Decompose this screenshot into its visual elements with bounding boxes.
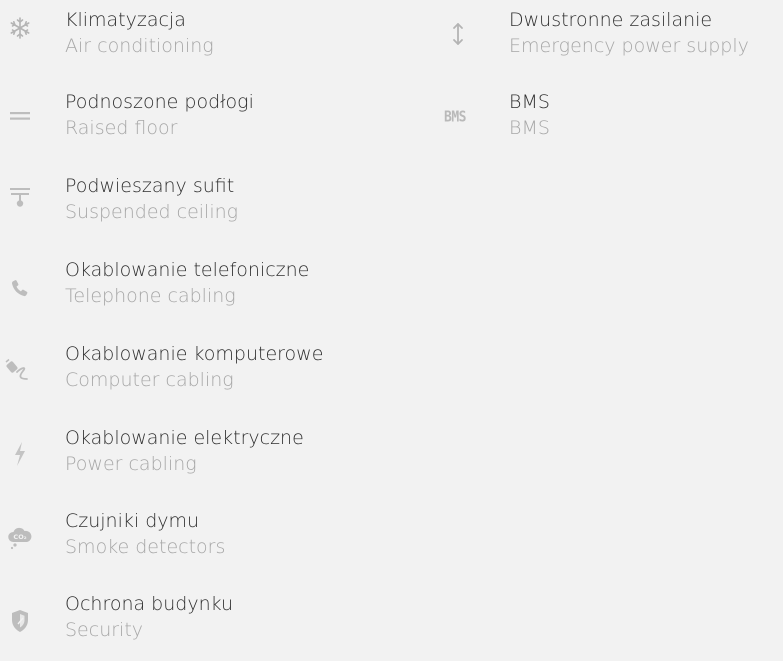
double-line-icon <box>5 101 35 131</box>
feature-title: Klimatyzacja <box>65 9 186 31</box>
bms-icon: BMS <box>444 108 466 126</box>
feature-subtitle: Power cabling <box>65 453 197 475</box>
feature-subtitle: Computer cabling <box>65 369 234 391</box>
feature-subtitle: Telephone cabling <box>65 285 236 307</box>
feature-title: Czujniki dymu <box>65 510 200 532</box>
co-cloud-icon: CO₂ <box>5 522 35 552</box>
shield-icon <box>5 606 35 636</box>
feature-subtitle: Emergency power supply <box>509 35 749 57</box>
feature-subtitle: Security <box>65 619 144 641</box>
feature-title: Dwustronne zasilanie <box>509 9 713 31</box>
feature-title: Podwieszany sufit <box>65 175 235 197</box>
feature-title: Ochrona budynku <box>65 593 234 615</box>
feature-title: Okablowanie elektryczne <box>65 427 304 449</box>
feature-subtitle: Raised floor <box>65 117 178 139</box>
feature-title: BMS <box>509 91 550 113</box>
feature-title: Podnoszone podłogi <box>65 91 254 113</box>
ceiling-lamp-icon <box>5 183 35 213</box>
svg-text:CO₂: CO₂ <box>13 533 26 541</box>
feature-subtitle: Smoke detectors <box>65 536 226 558</box>
cable-plug-icon <box>5 355 35 385</box>
phone-icon <box>5 273 35 303</box>
feature-title: Okablowanie komputerowe <box>65 343 324 365</box>
snowflake-icon <box>5 13 35 43</box>
feature-title: Okablowanie telefoniczne <box>65 259 310 281</box>
feature-subtitle: Suspended ceiling <box>65 201 239 223</box>
up-down-arrow-icon <box>443 19 473 49</box>
feature-subtitle: BMS <box>509 117 550 139</box>
lightning-icon <box>5 439 35 469</box>
feature-subtitle: Air conditioning <box>65 35 214 57</box>
